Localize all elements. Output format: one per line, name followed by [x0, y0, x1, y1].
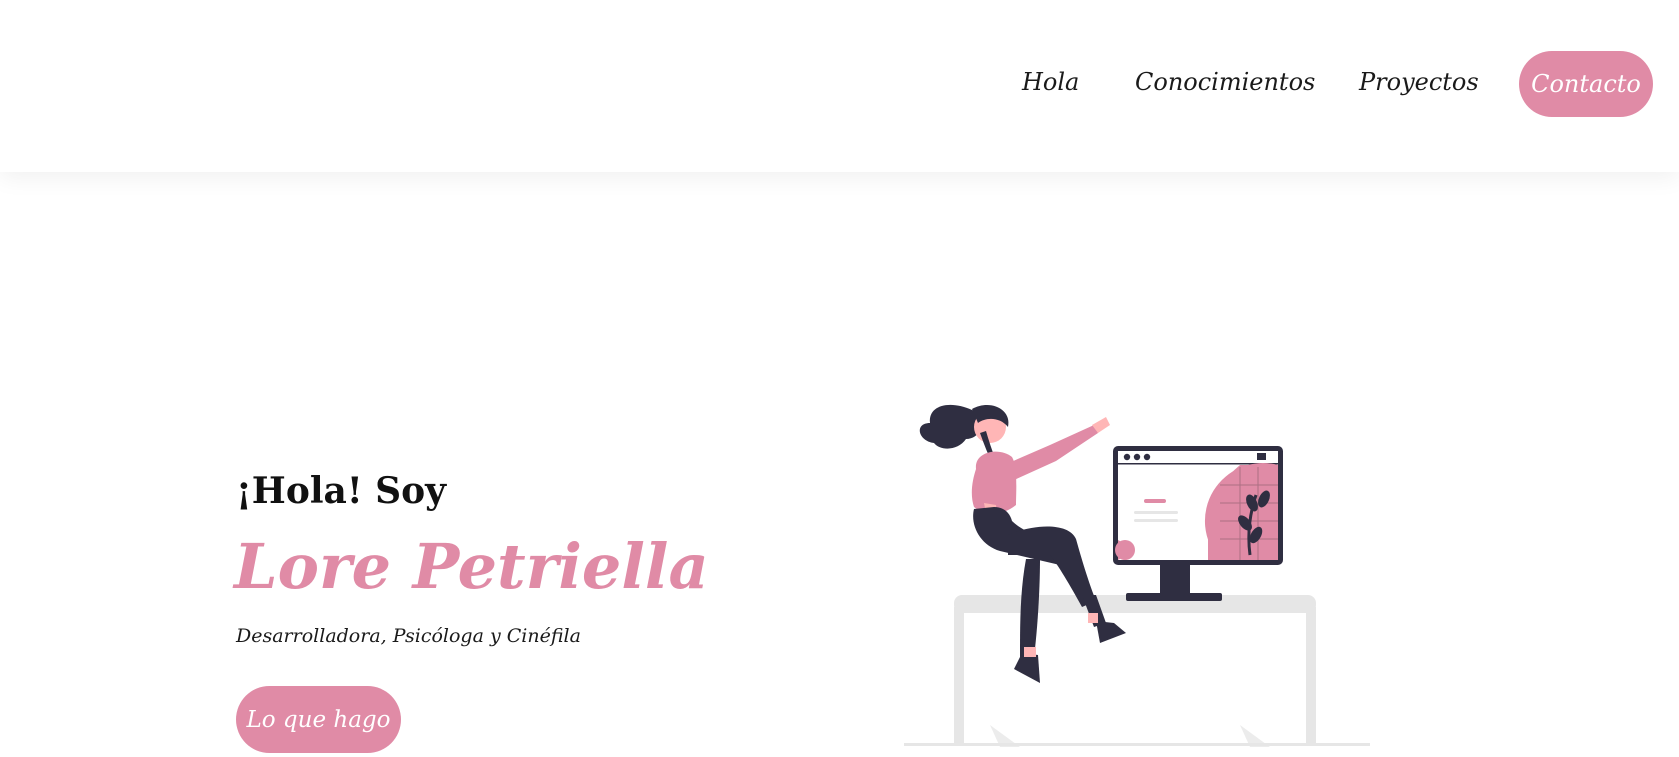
navbar: Hola Conocimientos Proyectos Contacto: [0, 0, 1679, 172]
hero-name: Lore Petriella: [234, 530, 709, 603]
woman-figure: [919, 404, 1126, 683]
nav-link-hola[interactable]: Hola: [1022, 68, 1079, 96]
nav-link-conocimientos[interactable]: Conocimientos: [1135, 68, 1315, 96]
desk: [904, 595, 1370, 747]
monitor: [1113, 446, 1283, 601]
hero-greeting: ¡Hola! Soy: [236, 470, 447, 512]
woman-at-computer-illustration: [904, 404, 1370, 747]
hero-subtitle: Desarrolladora, Psicóloga y Cinéfila: [236, 625, 581, 647]
contact-button[interactable]: Contacto: [1519, 51, 1653, 117]
what-i-do-button[interactable]: Lo que hago: [236, 686, 401, 753]
nav-link-proyectos[interactable]: Proyectos: [1359, 68, 1479, 96]
